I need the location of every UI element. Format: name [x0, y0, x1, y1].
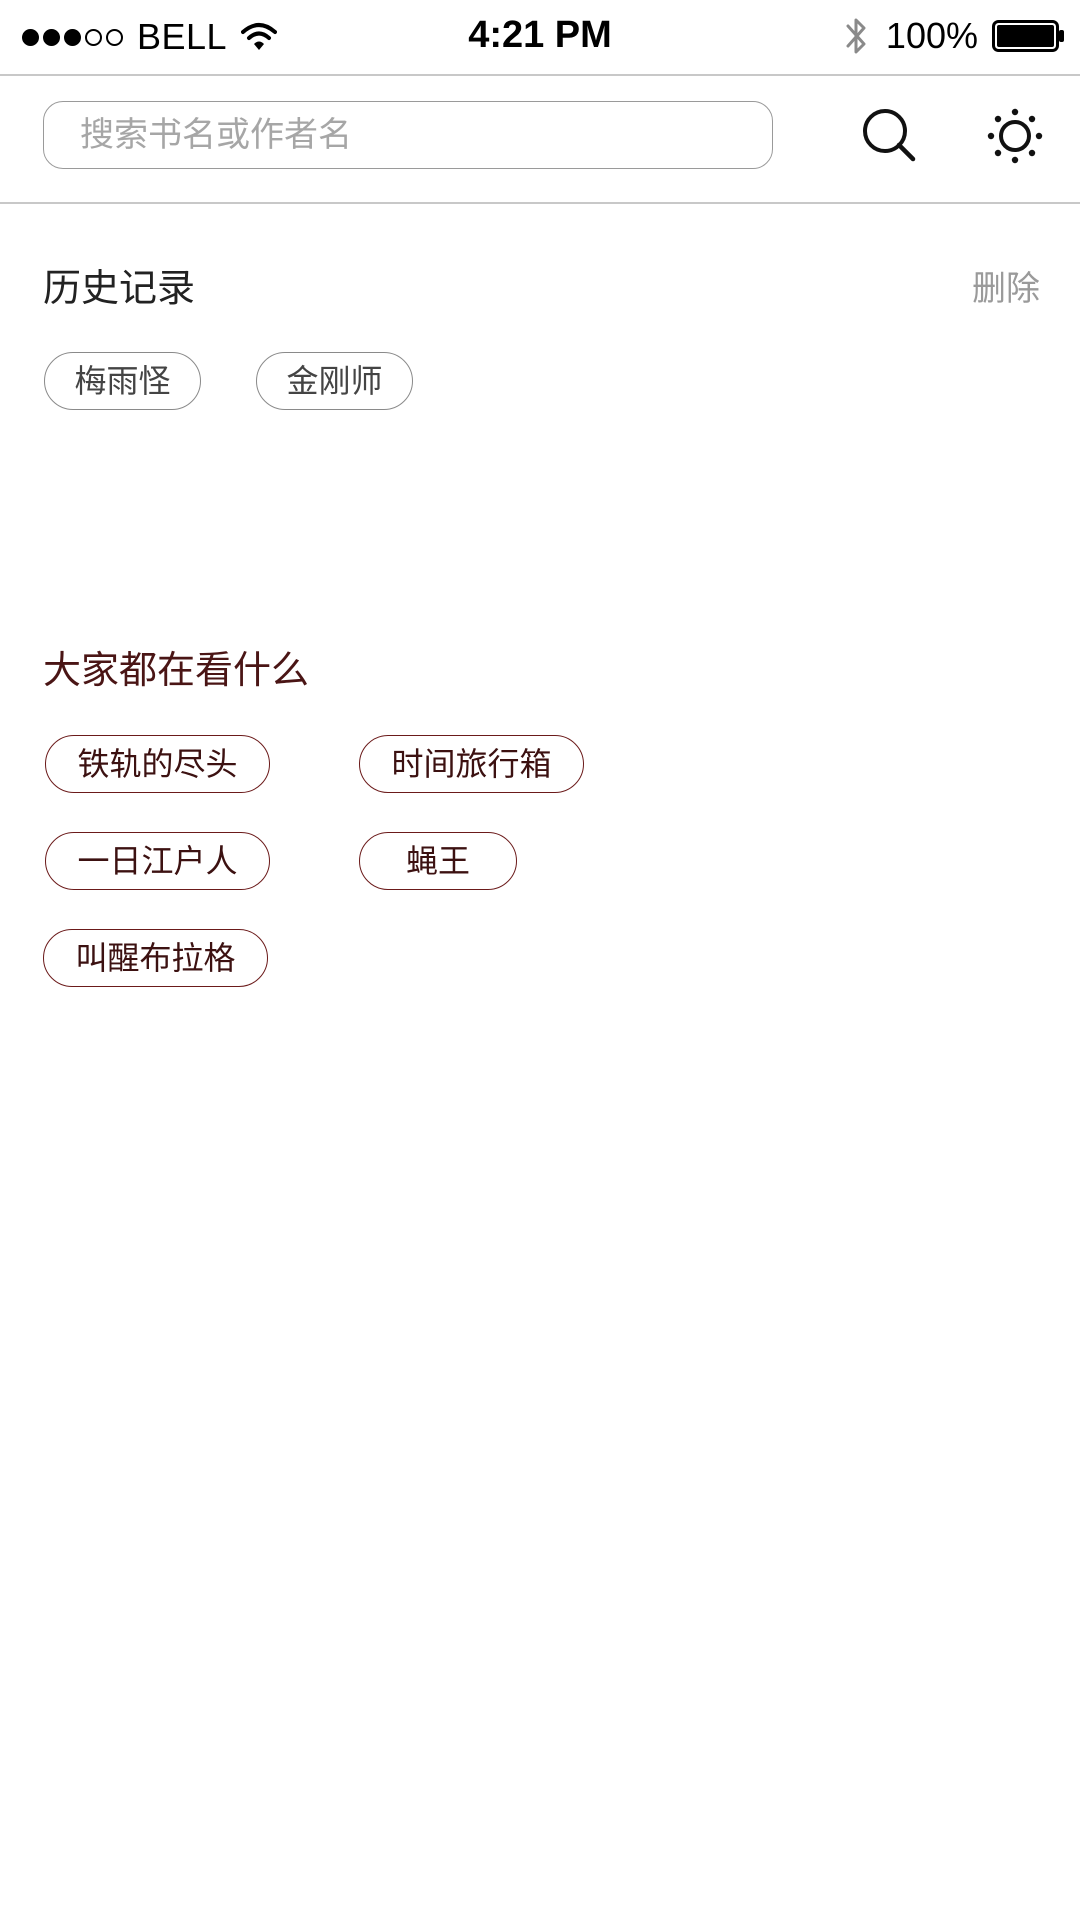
search-bar [0, 76, 1080, 202]
battery-icon [992, 20, 1064, 52]
popular-tag[interactable]: 叫醒布拉格 [43, 929, 268, 987]
popular-title: 大家都在看什么 [43, 648, 310, 692]
sun-icon [987, 108, 1043, 164]
history-tag[interactable]: 梅雨怪 [44, 352, 201, 410]
popular-tag[interactable]: 时间旅行箱 [359, 735, 584, 793]
delete-history-button[interactable]: 删除 [972, 268, 1040, 310]
search-icon [863, 109, 916, 162]
history-title: 历史记录 [43, 266, 196, 310]
popular-tag[interactable]: 一日江户人 [45, 832, 270, 890]
status-right: 100% [842, 14, 1066, 58]
history-tag[interactable]: 金刚师 [256, 352, 413, 410]
search-divider [0, 202, 1080, 204]
popular-tag[interactable]: 铁轨的尽头 [45, 735, 270, 793]
status-bar: BELL 4:21 PM 100% [0, 0, 1080, 74]
bluetooth-icon [846, 18, 866, 54]
search-input[interactable] [43, 101, 773, 169]
battery-percentage: 100% [885, 15, 978, 56]
brightness-button[interactable] [985, 106, 1045, 166]
search-button[interactable] [860, 106, 920, 166]
popular-tag[interactable]: 蝇王 [359, 832, 517, 890]
